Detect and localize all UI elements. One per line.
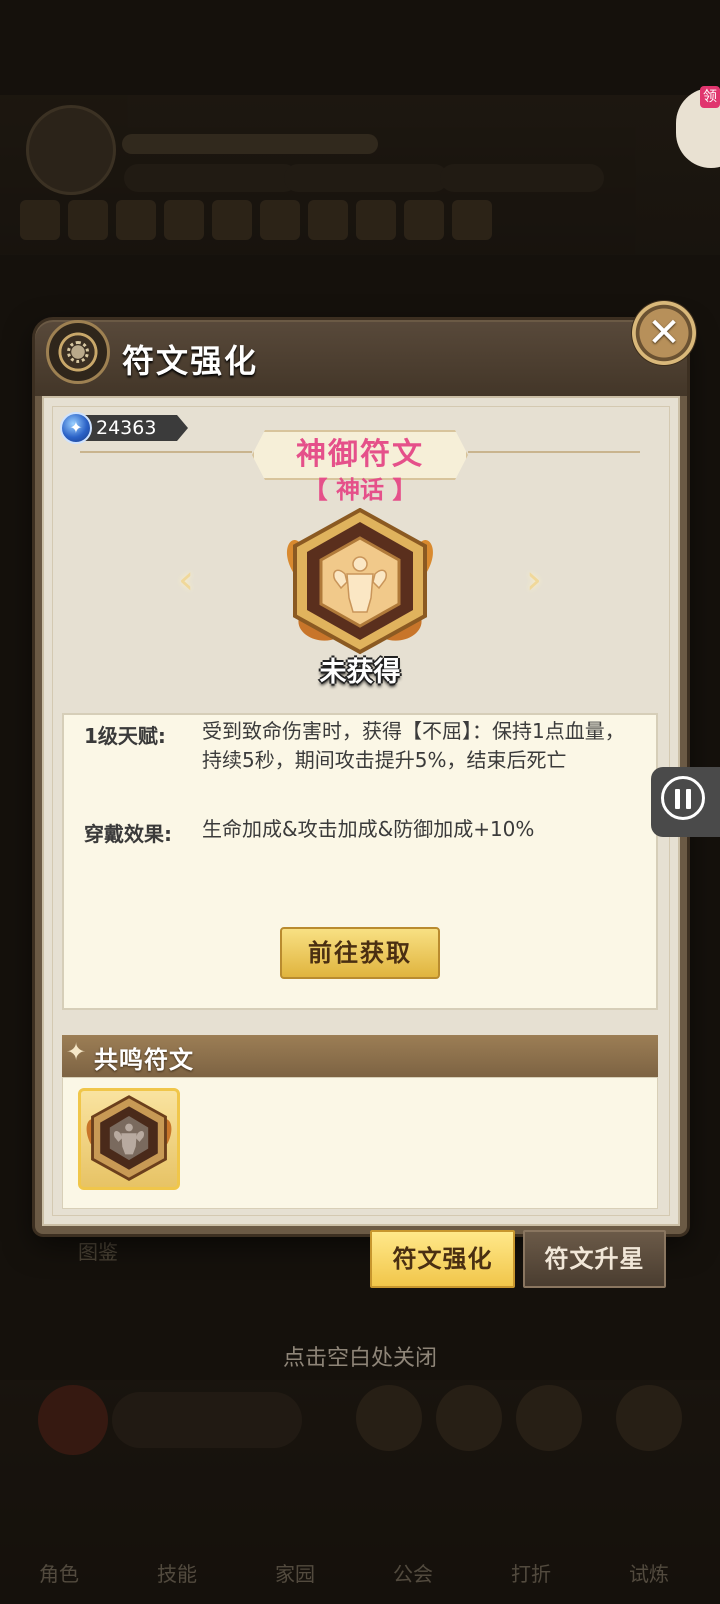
wear-effect-description: 生命加成&攻击加成&防御加成+10%: [202, 817, 535, 841]
resonance-title: 共鸣符文: [94, 1046, 194, 1074]
nav-item-trial[interactable]: 试炼: [604, 1558, 694, 1587]
exp-bar: [122, 134, 378, 154]
divider: [80, 451, 252, 453]
gear-icon: [46, 320, 110, 384]
pause-icon: [661, 776, 705, 820]
buff-icon: [356, 200, 396, 240]
sparkle-icon: ✦: [66, 1038, 87, 1066]
gift-label: 领: [700, 86, 720, 108]
muscle-hexagon-rune-icon: [287, 508, 433, 655]
buff-icon: [116, 200, 156, 240]
pause-bar: [686, 789, 691, 809]
buff-icon: [164, 200, 204, 240]
currency-value: 24363: [96, 417, 157, 439]
wear-effect-label: 穿戴效果:: [84, 822, 172, 846]
resource-1[interactable]: [124, 164, 298, 192]
resonance-rune-slot[interactable]: [78, 1088, 180, 1190]
buff-icon-row: [20, 200, 530, 240]
close-hint[interactable]: 点击空白处关闭: [0, 1340, 720, 1372]
close-icon: ✕: [647, 310, 681, 356]
buff-icon: [68, 200, 108, 240]
menu-circle-icon[interactable]: [436, 1385, 502, 1451]
resource-3[interactable]: [440, 164, 604, 192]
menu-circle-icon[interactable]: [616, 1385, 682, 1451]
buff-icon: [260, 200, 300, 240]
buff-icon: [452, 200, 492, 240]
nav-item-sale[interactable]: 打折: [486, 1558, 576, 1587]
nav-item-role[interactable]: 角色: [14, 1558, 104, 1587]
divider: [468, 451, 640, 453]
resource-2[interactable]: [284, 164, 448, 192]
talent-description: 受到致命伤害时，获得【不屈】：保持1点血量，持续5秒，期间攻击提升5%，结束后死…: [202, 719, 625, 772]
avatar[interactable]: [26, 105, 116, 195]
muscle-hexagon-rune-icon: [86, 1095, 172, 1181]
nav-item-guild[interactable]: 公会: [368, 1558, 458, 1587]
buff-icon: [212, 200, 252, 240]
nav-item-skill[interactable]: 技能: [132, 1558, 222, 1587]
next-rune-arrow[interactable]: ›: [516, 558, 552, 602]
buff-icon: [404, 200, 444, 240]
tab-rune-enhance[interactable]: 符文强化: [370, 1230, 515, 1288]
event-icon[interactable]: [38, 1385, 108, 1455]
background-tab-label: 图鉴: [78, 1240, 118, 1264]
menu-circle-icon[interactable]: [516, 1385, 582, 1451]
pause-bar: [675, 789, 680, 809]
quest-banner[interactable]: [112, 1392, 302, 1448]
tab-rune-star-up[interactable]: 符文升星: [523, 1230, 666, 1288]
menu-circle-icon[interactable]: [356, 1385, 422, 1451]
blue-gem-icon: ✦: [60, 412, 92, 444]
currency-display: ✦ 24363: [60, 412, 192, 444]
rune-status: 未获得: [319, 657, 401, 688]
buff-icon: [308, 200, 348, 240]
goto-obtain-button[interactable]: 前往获取: [280, 927, 440, 979]
buff-icon: [20, 200, 60, 240]
talent-label: 1级天赋:: [84, 724, 166, 748]
chevron-right-icon: ›: [526, 557, 542, 603]
prev-rune-arrow[interactable]: ‹: [168, 558, 204, 602]
chevron-left-icon: ‹: [178, 557, 194, 603]
modal-title: 符文强化: [122, 342, 259, 380]
close-button[interactable]: ✕: [631, 300, 697, 366]
nav-item-home[interactable]: 家园: [250, 1558, 340, 1587]
rune-rarity: 【 神话 】: [303, 476, 417, 504]
